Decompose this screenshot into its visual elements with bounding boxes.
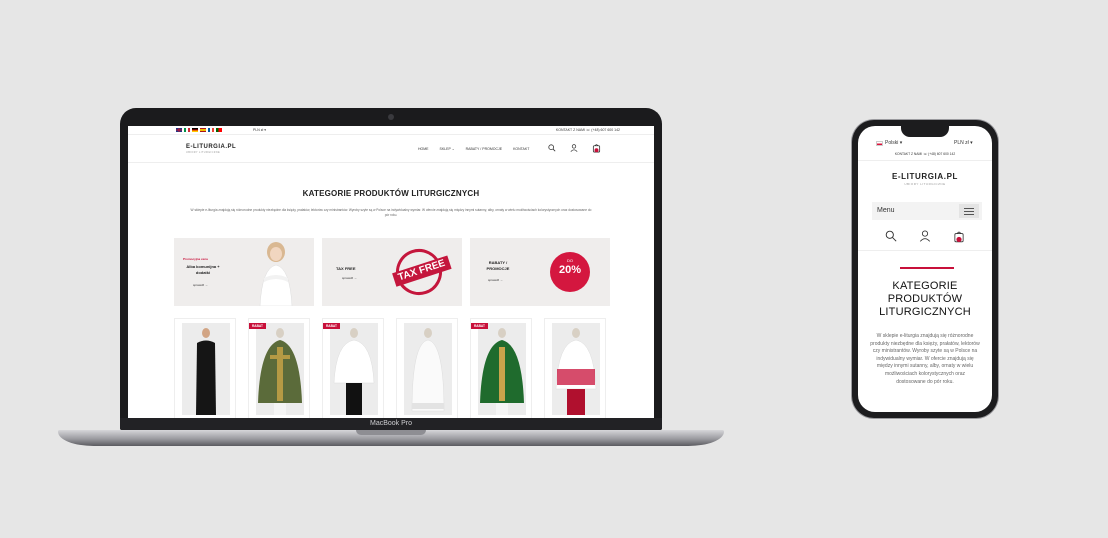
search-icon[interactable] (885, 230, 897, 242)
main-navbar: E-LITURGIA.PL UBIORY LITURGICZNE HOME SK… (128, 135, 654, 163)
banner-tax-free[interactable]: TAX FREE sprawdź → TAX FREE (322, 238, 462, 306)
camera-icon (388, 114, 394, 120)
cart-icon[interactable] (592, 143, 601, 153)
tax-free-stamp: TAX FREE (390, 243, 452, 301)
divider (858, 160, 992, 161)
menu-bar[interactable]: Menu (872, 202, 982, 220)
banner-check-link[interactable]: sprawdź → (488, 278, 503, 282)
discount-badge-prefix: DO (567, 258, 573, 263)
language-label: Polski ▾ (885, 140, 903, 146)
flag-spain-icon[interactable] (200, 128, 206, 132)
cart-icon[interactable] (953, 230, 965, 243)
nav-contact[interactable]: KONTAKT (513, 147, 529, 151)
product-card[interactable]: RABAT (248, 318, 310, 419)
page-title: KATEGORIE PRODUKTÓW LITURGICZNYCH (302, 189, 480, 198)
banner-title-line2: dodatki (195, 270, 211, 275)
menu-label: Menu (877, 207, 895, 214)
contact-phone[interactable]: KONTAKT Z NAMI ☏ (+48) 607 600 142 (858, 152, 992, 156)
banner-discounts[interactable]: RABATY / PROMOCJE sprawdź → DO 20% (470, 238, 610, 306)
banner-title: TAX FREE (336, 266, 356, 271)
title-accent-bar (900, 267, 954, 269)
page-title-line1: KATEGORIE (892, 280, 958, 292)
laptop-base (58, 430, 724, 446)
product-grid: RABAT RABAT RABAT (174, 318, 606, 419)
phone-nav-icons (858, 230, 992, 243)
site-logo[interactable]: E-LITURGIA.PL (186, 144, 236, 150)
product-card[interactable]: RABAT (322, 318, 384, 419)
site-logo-subtitle: UBIORY LITURGICZNE (904, 182, 946, 186)
page-title-line3: LITURGICZNYCH (879, 306, 971, 318)
site-logo-subtitle: UBIORY LITURGICZNE (186, 151, 221, 154)
banner-communion-alb[interactable]: Promocyjna cena Alba komunijna + dodatki… (174, 238, 314, 306)
product-card[interactable] (174, 318, 236, 419)
product-photo-black-cassock (182, 323, 230, 415)
dynamic-island (901, 126, 949, 137)
page-title-line2: PRODUKTÓW (887, 293, 963, 305)
discount-tag: RABAT (249, 323, 266, 329)
flag-uk-icon[interactable] (176, 128, 182, 132)
product-photo-white-alb (404, 323, 452, 415)
currency-select[interactable]: PLN zł ▾ (954, 140, 973, 146)
top-bar: PLN zł ▾ KONTAKT Z NAMI ☏ (+48) 607 600 … (128, 126, 654, 135)
phone-frame: Polski ▾ PLN zł ▾ KONTAKT Z NAMI ☏ (+48)… (852, 120, 998, 418)
flag-portugal-icon[interactable] (216, 128, 222, 132)
contact-phone[interactable]: KONTAKT Z NAMI ☏ (+48) 607 600 142 (556, 128, 620, 132)
product-card[interactable]: RABAT (470, 318, 532, 419)
discount-tag: RABAT (323, 323, 340, 329)
product-photo-red-lace-surplice (552, 323, 600, 415)
user-icon[interactable] (919, 230, 931, 242)
tax-free-stamp-text: TAX FREE (392, 255, 452, 287)
language-select[interactable]: Polski ▾ (876, 140, 902, 146)
nav-shop[interactable]: SKLEP ⌄ (440, 147, 455, 151)
girl-communion-photo (259, 242, 293, 306)
phone-screen: Polski ▾ PLN zł ▾ KONTAKT Z NAMI ☏ (+48)… (858, 126, 992, 412)
discount-badge: DO 20% (550, 252, 590, 292)
nav-discounts[interactable]: RABATY / PROMOCJE (466, 147, 502, 151)
search-icon[interactable] (548, 144, 556, 152)
laptop-lid: PLN zł ▾ KONTAKT Z NAMI ☏ (+48) 607 600 … (120, 108, 662, 430)
product-card[interactable] (544, 318, 606, 419)
page-description: W sklepie e-liturgia znajdują się różnor… (190, 208, 592, 217)
page-title: KATEGORIE PRODUKTÓW LITURGICZNYCH (858, 280, 992, 319)
laptop-notch (356, 430, 426, 435)
laptop-model-label: MacBook Pro (120, 418, 662, 430)
nav-icons (548, 143, 601, 153)
banner-check-link[interactable]: sprawdź → (193, 283, 208, 287)
flag-poland-icon (876, 140, 883, 146)
flag-germany-icon[interactable] (192, 128, 198, 132)
flag-italy-icon[interactable] (184, 128, 190, 132)
laptop-screen: PLN zł ▾ KONTAKT Z NAMI ☏ (+48) 607 600 … (128, 126, 654, 419)
flag-france-icon[interactable] (208, 128, 214, 132)
product-photo-white-surplice (330, 323, 378, 415)
main-nav: HOME SKLEP ⌄ RABATY / PROMOCJE KONTAKT (418, 147, 529, 151)
nav-home[interactable]: HOME (418, 147, 429, 151)
discount-badge-percent: 20% (558, 264, 582, 276)
page-description: W sklepie e-liturgia znajdują się różnor… (870, 333, 980, 385)
currency-select[interactable]: PLN zł ▾ (253, 128, 266, 132)
hamburger-icon[interactable] (959, 204, 979, 218)
divider (858, 250, 992, 251)
banner-title-line2: PROMOCJE (486, 266, 510, 271)
user-icon[interactable] (570, 144, 578, 152)
site-logo[interactable]: E-LITURGIA.PL (858, 172, 992, 181)
banner-promo-label: Promocyjna cena (183, 257, 208, 261)
language-flags (176, 128, 222, 132)
product-photo-green-chasuble (478, 323, 526, 415)
product-card[interactable] (396, 318, 458, 419)
product-photo-green-gold-chasuble (256, 323, 304, 415)
banner-check-link[interactable]: sprawdź → (342, 276, 357, 280)
discount-tag: RABAT (471, 323, 488, 329)
